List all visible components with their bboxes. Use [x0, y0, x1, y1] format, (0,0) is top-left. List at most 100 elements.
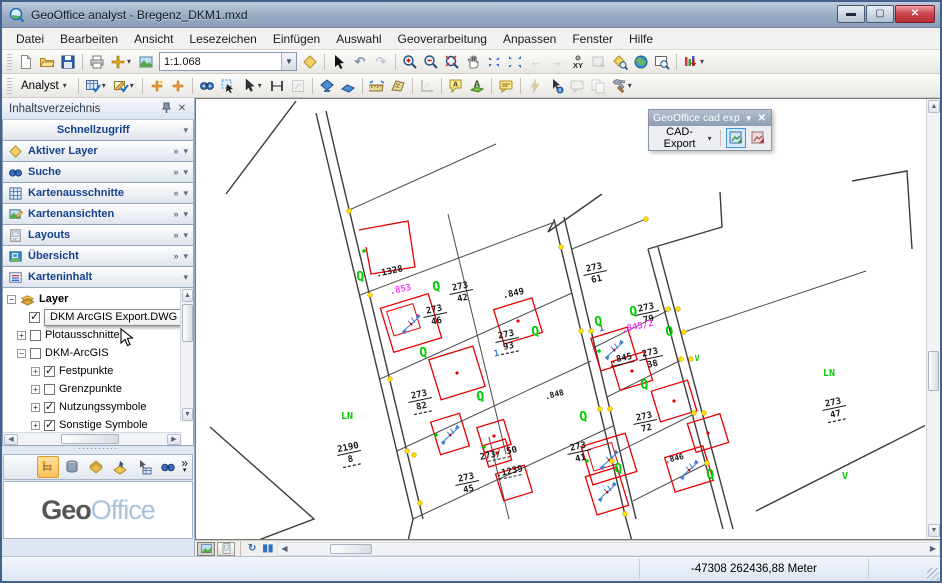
comment-button[interactable]	[496, 76, 516, 96]
data-view-button[interactable]	[197, 542, 215, 556]
add-data-button[interactable]	[108, 52, 128, 72]
full-extent-button[interactable]	[442, 52, 462, 72]
measure-area-button[interactable]	[388, 76, 408, 96]
hyperlink-lightning-button[interactable]	[525, 76, 545, 96]
maximize-button[interactable]: ▢	[866, 5, 894, 23]
scrollbar-thumb[interactable]	[330, 544, 372, 554]
menu-anpassen[interactable]: Anpassen	[495, 30, 564, 48]
menu-auswahl[interactable]: Auswahl	[328, 30, 389, 48]
disabled-tool-button[interactable]	[288, 76, 308, 96]
checkbox-checked[interactable]	[44, 420, 55, 431]
zoom-out-button[interactable]	[421, 52, 441, 72]
expand-chevrons-icon[interactable]: »	[173, 146, 178, 156]
scrollbar-thumb[interactable]	[182, 304, 193, 342]
cad-export-titlebar[interactable]: GeoOffice cad exp ▼ ✕	[649, 110, 771, 126]
scroll-up-arrow[interactable]: ▲	[182, 289, 193, 302]
scroll-up-arrow[interactable]: ▲	[928, 100, 940, 113]
scroll-right-arrow[interactable]: ▶	[167, 434, 181, 445]
toolbar-options-arrow[interactable]: ▾	[628, 81, 636, 90]
toolbar-grip[interactable]	[7, 78, 12, 94]
zoom-in-button[interactable]	[400, 52, 420, 72]
checkbox-checked[interactable]	[44, 402, 55, 413]
section-layouts[interactable]: Layouts »▾	[2, 225, 194, 246]
forward-extent-button[interactable]: →	[547, 52, 567, 72]
map-canvas[interactable]: 2734227346273932736127379273382737227341…	[196, 99, 925, 540]
cad-remove-button[interactable]	[748, 128, 768, 148]
add-feature-button[interactable]	[168, 76, 188, 96]
panel-splitter[interactable]: ··········	[2, 446, 194, 454]
edit-check-button[interactable]	[111, 76, 131, 96]
open-button[interactable]	[37, 52, 57, 72]
scale-value[interactable]: 1:1.068	[164, 56, 281, 68]
undo-button[interactable]: ↶	[350, 52, 370, 72]
toolbar-options-arrow[interactable]: ▾	[700, 57, 708, 66]
section-kartenausschnitte[interactable]: Kartenausschnitte »▾	[2, 183, 194, 204]
expand-chevrons-icon[interactable]: »	[173, 209, 178, 219]
menu-hilfe[interactable]: Hilfe	[621, 30, 661, 48]
active-layer-button[interactable]	[300, 52, 320, 72]
pin-icon[interactable]	[158, 102, 174, 116]
toc-source-button[interactable]	[61, 456, 83, 478]
scroll-right-arrow[interactable]: ▶	[927, 544, 939, 553]
geooffice-import-button[interactable]	[681, 52, 701, 72]
collapse-icon[interactable]: −	[17, 349, 26, 358]
tree-item-plotausschnitte[interactable]: + Plotausschnitte	[7, 326, 193, 344]
go-to-xy-button[interactable]: XY	[568, 52, 588, 72]
measure-distance-button[interactable]	[367, 76, 387, 96]
resize-grip[interactable]	[927, 568, 939, 580]
coordinate-axes-button[interactable]	[417, 76, 437, 96]
measure-button[interactable]	[267, 76, 287, 96]
close-panel-icon[interactable]: ✕	[174, 102, 190, 116]
section-karteninhalt[interactable]: Karteninhalt ▾	[2, 267, 194, 288]
cad-export-menu-button[interactable]: CAD-Export ▾	[652, 126, 715, 150]
map-horizontal-scrollbar[interactable]: ◀ ▶	[277, 542, 940, 556]
section-uebersicht[interactable]: Übersicht »▾	[2, 246, 194, 267]
expand-icon[interactable]: +	[17, 331, 26, 340]
toolbar-dropdown-arrow[interactable]: ▼	[744, 114, 754, 123]
checkbox-unchecked[interactable]	[30, 348, 41, 359]
dropdown-arrow-icon[interactable]: ▾	[183, 209, 188, 220]
checkbox-unchecked[interactable]	[44, 384, 55, 395]
scroll-left-arrow[interactable]: ◀	[278, 544, 290, 553]
section-kartenansichten[interactable]: Kartenansichten »▾	[2, 204, 194, 225]
section-suche[interactable]: Suche »▾	[2, 162, 194, 183]
cad-import-button[interactable]	[726, 128, 746, 148]
tree-item-dkm-arcgis-export[interactable]: DKM ArcGIS Export.DWG	[7, 308, 193, 326]
globe-button[interactable]	[631, 52, 651, 72]
scale-dropdown-arrow[interactable]: ▼	[281, 53, 296, 70]
map-viewport[interactable]: 2734227346273932736127379273382737227341…	[195, 98, 940, 540]
fixed-zoom-out-button[interactable]	[505, 52, 525, 72]
toc-display-order-button[interactable]	[37, 456, 59, 478]
toc-selectable-button[interactable]	[109, 456, 131, 478]
minimize-button[interactable]: ▬	[837, 5, 865, 23]
checkbox-checked[interactable]	[29, 312, 40, 323]
scroll-left-arrow[interactable]: ◀	[4, 434, 18, 445]
pause-drawing-button[interactable]: ▮▮	[260, 543, 275, 554]
scale-combobox[interactable]: 1:1.068 ▼	[159, 52, 297, 71]
select-dropdown-arrow[interactable]: ▾	[258, 81, 266, 90]
menu-lesezeichen[interactable]: Lesezeichen	[181, 30, 264, 48]
viewer-window-button[interactable]	[589, 52, 609, 72]
dropdown-arrow-icon[interactable]: ▾	[183, 167, 188, 178]
tree-item-festpunkte[interactable]: + Festpunkte	[7, 362, 193, 380]
toc-search-button[interactable]	[157, 456, 179, 478]
tree-item-grenzpunkte[interactable]: + Grenzpunkte	[7, 380, 193, 398]
title-bar[interactable]: GeoOffice analyst - Bregenz_DKM1.mxd ▬ ▢…	[2, 2, 940, 28]
toc-visible-button[interactable]	[85, 456, 107, 478]
menu-ansicht[interactable]: Ansicht	[126, 30, 181, 48]
select-features-button[interactable]	[218, 76, 238, 96]
flatten-surface-button[interactable]	[338, 76, 358, 96]
menu-fenster[interactable]: Fenster	[564, 30, 621, 48]
copy-button[interactable]	[588, 76, 608, 96]
expand-icon[interactable]: +	[31, 421, 40, 430]
tree-item-nutzungssymbole[interactable]: + Nutzungssymbole	[7, 398, 193, 416]
menu-datei[interactable]: Datei	[8, 30, 52, 48]
menu-einfuegen[interactable]: Einfügen	[265, 30, 328, 48]
dropdown-arrow-icon[interactable]: ▾	[183, 188, 188, 199]
scroll-down-arrow[interactable]: ▼	[182, 408, 193, 421]
tree-item-layer[interactable]: − Layer	[7, 290, 193, 308]
dropdown-arrow-icon[interactable]: ▾	[183, 251, 188, 262]
toolbar-close-icon[interactable]: ✕	[757, 113, 767, 124]
expand-chevrons-icon[interactable]: »	[173, 167, 178, 177]
new-document-button[interactable]	[16, 52, 36, 72]
